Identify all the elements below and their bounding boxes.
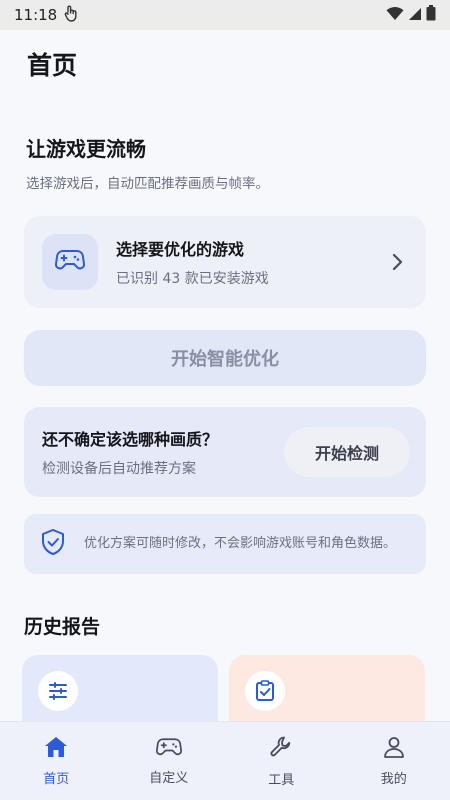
nav-item-tools[interactable]: 工具 [225,722,337,800]
detect-desc: 检测设备后自动推荐方案 [42,461,196,477]
game-select-card[interactable]: 选择要优化的游戏 已识别 43 款已安装游戏 [24,216,426,308]
gamepad-icon [155,737,182,761]
wrench-icon [269,735,293,763]
gamepad-icon [55,249,85,275]
sliders-icon [38,671,78,711]
chevron-right-icon [386,251,408,273]
game-select-title: 选择要优化的游戏 [116,240,245,259]
touch-icon [63,4,79,26]
nav-item-mine[interactable]: 我的 [338,722,450,800]
detect-card: 还不确定该选哪种画质？ 检测设备后自动推荐方案 开始检测 [24,407,426,497]
nav-label-tools: 工具 [268,772,295,788]
nav-item-home[interactable]: 首页 [0,722,112,800]
clipboard-check-icon [245,671,285,711]
status-time: 11:18 [14,6,58,24]
start-optimize-button[interactable]: 开始智能优化 [24,330,426,386]
nav-label-mine: 我的 [380,771,407,787]
notice-card: 优化方案可随时修改，不会影响游戏账号和角色数据。 [24,514,426,574]
nav-label-home: 首页 [43,771,70,787]
status-left: 11:18 [14,4,79,26]
history-title: 历史报告 [24,616,101,638]
game-icon-badge [42,234,98,290]
section-title: 让游戏更流畅 [26,137,146,161]
notice-text: 优化方案可随时修改，不会影响游戏账号和角色数据。 [84,536,397,551]
section-subtitle: 选择游戏后，自动匹配推荐画质与帧率。 [26,176,269,192]
nav-item-custom[interactable]: 自定义 [113,722,225,800]
bottom-nav: 首页 自定义 工具 我的 [0,721,450,800]
signal-icon [408,6,422,25]
game-select-text: 选择要优化的游戏 已识别 43 款已安装游戏 [116,236,386,288]
person-icon [383,736,405,762]
battery-icon [426,5,436,25]
shield-check-icon [40,528,66,560]
detect-title: 还不确定该选哪种画质？ [42,430,219,449]
wifi-icon [386,6,404,25]
status-right [386,5,436,25]
page-title: 首页 [27,51,78,80]
detect-text: 还不确定该选哪种画质？ 检测设备后自动推荐方案 [42,426,284,478]
status-bar: 11:18 [0,0,450,30]
game-select-desc: 已识别 43 款已安装游戏 [116,271,269,287]
home-icon [44,736,68,762]
start-detect-button[interactable]: 开始检测 [284,427,410,477]
nav-label-custom: 自定义 [149,770,189,786]
